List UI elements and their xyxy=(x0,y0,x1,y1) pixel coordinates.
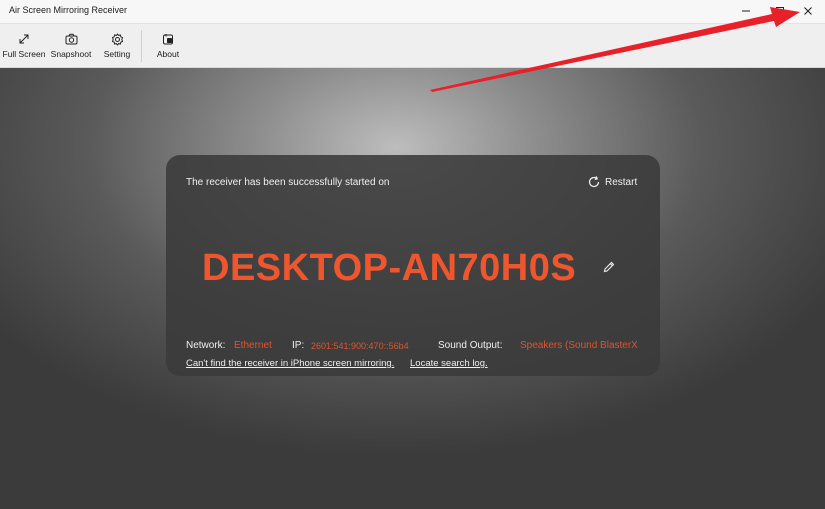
status-message: The receiver has been successfully start… xyxy=(186,177,390,188)
main-area: The receiver has been successfully start… xyxy=(0,68,825,509)
minimize-button[interactable] xyxy=(729,0,763,23)
setting-label: Setting xyxy=(103,49,131,59)
device-name: DESKTOP-AN70H0S xyxy=(202,247,577,289)
snapshot-button[interactable]: Snapshoot xyxy=(48,28,94,64)
close-icon xyxy=(803,3,813,21)
restart-button[interactable]: Restart xyxy=(587,174,637,190)
cant-find-receiver-link[interactable]: Can't find the receiver in iPhone screen… xyxy=(186,358,394,369)
toolbar: Full Screen Snapshoot Setting About xyxy=(0,24,825,68)
pencil-icon xyxy=(602,260,616,279)
maximize-icon xyxy=(775,3,785,21)
ip-label: IP: xyxy=(292,340,305,351)
sound-output-label: Sound Output: xyxy=(438,340,503,351)
full-screen-label: Full Screen xyxy=(2,49,46,59)
about-label: About xyxy=(156,49,180,59)
full-screen-button[interactable]: Full Screen xyxy=(2,28,46,64)
ip-value: 2601:541:900:470::56b4 xyxy=(311,341,409,351)
about-button[interactable]: About xyxy=(152,28,184,64)
sound-output-value: Speakers (Sound BlasterX xyxy=(520,340,638,351)
edit-name-button[interactable] xyxy=(600,260,618,278)
snapshot-label: Snapshoot xyxy=(50,49,92,59)
toolbar-divider xyxy=(141,30,142,62)
minimize-icon xyxy=(741,3,751,21)
network-value: Ethernet xyxy=(234,340,272,351)
gear-icon xyxy=(111,31,124,47)
expand-arrows-icon xyxy=(18,31,30,47)
receiver-card: The receiver has been successfully start… xyxy=(166,155,660,376)
title-bar: Air Screen Mirroring Receiver xyxy=(0,0,825,24)
close-button[interactable] xyxy=(791,0,825,23)
camera-icon xyxy=(65,31,78,47)
restart-icon xyxy=(587,175,601,189)
restart-label: Restart xyxy=(605,176,638,188)
locate-search-log-link[interactable]: Locate search log. xyxy=(410,358,488,369)
window-title: Air Screen Mirroring Receiver xyxy=(9,5,128,15)
setting-button[interactable]: Setting xyxy=(100,28,134,64)
app-window: Air Screen Mirroring Receiver Full Scree… xyxy=(0,0,825,509)
about-icon xyxy=(162,31,174,47)
network-label: Network: xyxy=(186,340,226,351)
